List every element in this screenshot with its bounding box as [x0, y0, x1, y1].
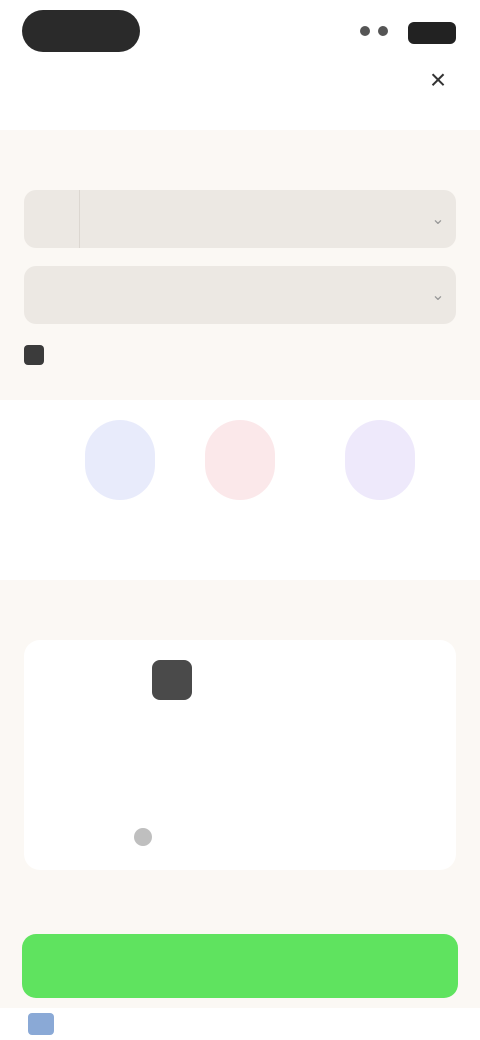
option-2[interactable]	[170, 420, 310, 520]
primary-button[interactable]	[22, 934, 458, 998]
option-3[interactable]	[310, 420, 450, 520]
select-field-1[interactable]: ⌄	[24, 190, 456, 248]
wifi-icon	[378, 26, 388, 36]
select-field-2[interactable]: ⌄	[24, 266, 456, 324]
option-1-illustration	[85, 420, 155, 500]
close-icon: ×	[429, 64, 447, 95]
brand	[152, 660, 202, 700]
bottom-left	[28, 1013, 64, 1035]
status-pill	[22, 10, 140, 52]
card-link[interactable]	[134, 828, 160, 846]
option-2-illustration	[205, 420, 275, 500]
option-3-illustration	[345, 420, 415, 500]
option-1[interactable]	[50, 420, 190, 520]
chevron-down-icon: ⌄	[431, 287, 445, 304]
close-button[interactable]: ×	[420, 62, 456, 98]
header: ×	[0, 0, 480, 130]
bottom-bar	[0, 1008, 480, 1040]
battery-icon	[408, 22, 456, 44]
signal-icon	[360, 26, 370, 36]
chevron-down-icon: ⌄	[431, 211, 445, 228]
link-icon	[134, 828, 152, 846]
brand-logo-icon	[152, 660, 192, 700]
promo-card	[24, 640, 456, 870]
info-icon	[24, 345, 44, 365]
flag-icon	[28, 1013, 54, 1035]
info-note	[24, 345, 52, 365]
field-leading-icon	[24, 190, 80, 248]
options-row	[0, 400, 480, 580]
status-icons	[356, 18, 456, 46]
